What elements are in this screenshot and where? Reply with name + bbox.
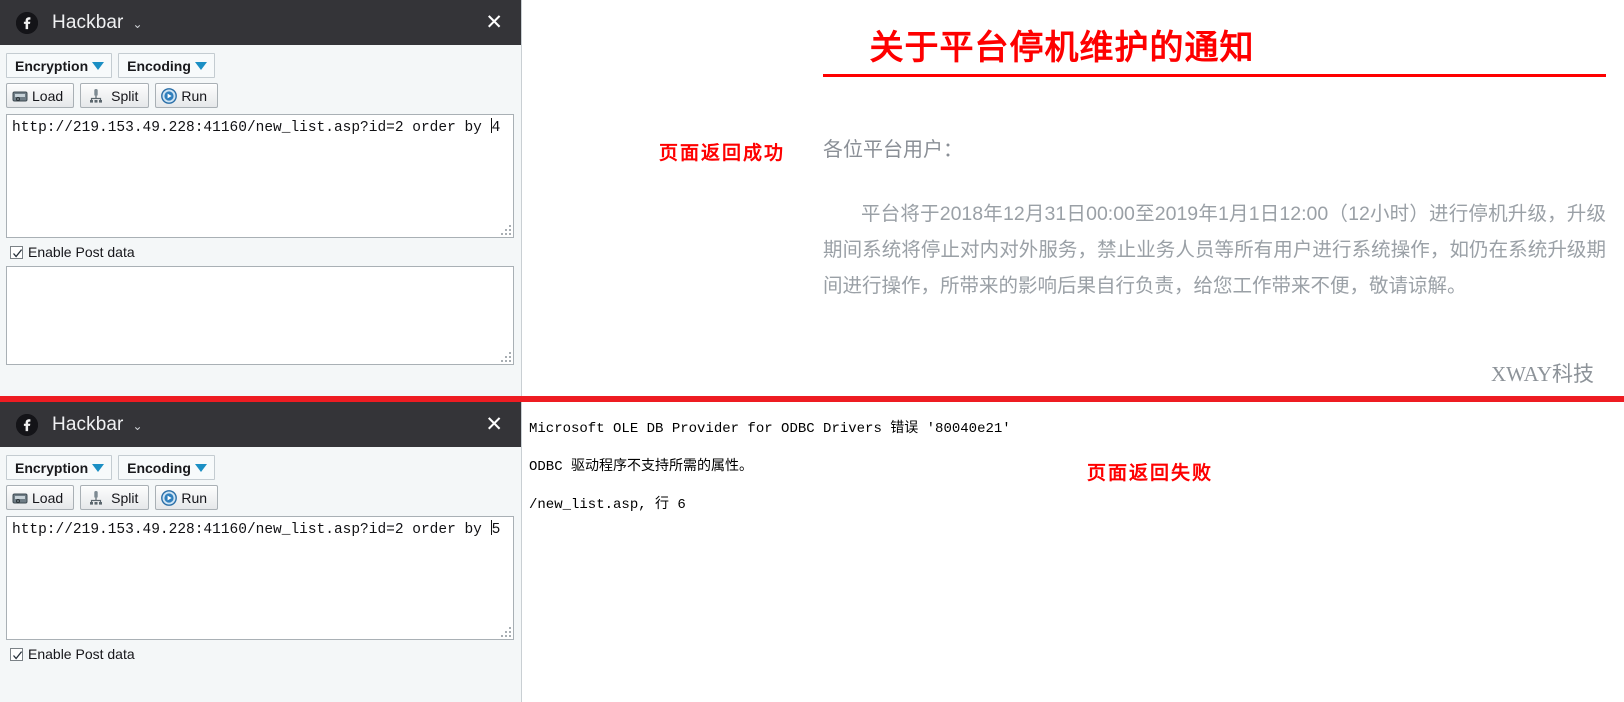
encryption-dropdown-bottom[interactable]: Encryption <box>6 455 113 480</box>
hackbar-body-top: Encryption Encoding Load Split Run http:… <box>0 45 521 365</box>
chevron-down-icon-encoding-top <box>194 61 207 70</box>
disk-icon-bottom <box>11 489 29 507</box>
encoding-dropdown-top[interactable]: Encoding <box>118 53 215 78</box>
hackbar-logo-icon <box>16 11 38 34</box>
hackbar-titlebar-bottom: Hackbar ⌄ ✕ <box>0 402 521 447</box>
url-text-after-caret-top: 4 <box>491 120 501 136</box>
resize-grip-url-bottom[interactable] <box>500 626 511 637</box>
chevron-down-icon-encoding-bottom <box>194 463 207 472</box>
hackbar-title-top: Hackbar <box>52 11 124 33</box>
notice-page: 关于平台停机维护的通知 各位平台用户： 平台将于2018年12月31日00:00… <box>522 0 1624 395</box>
hackbar-body-bottom: Encryption Encoding Load Split Run http:… <box>0 447 521 668</box>
chevron-down-icon-bottom[interactable]: ⌄ <box>132 420 142 432</box>
notice-title: 关于平台停机维护的通知 <box>869 29 1255 67</box>
encoding-dropdown-label-top: Encoding <box>127 57 191 74</box>
hackbar-panel-bottom: Hackbar ⌄ ✕ Encryption Encoding Load Spl… <box>0 402 522 702</box>
hackbar-panel-top: Hackbar ⌄ ✕ Encryption Encoding Load Spl… <box>0 0 522 396</box>
error-line-2: ODBC 驱动程序不支持所需的属性。 <box>529 459 754 475</box>
load-button-label-bottom: Load <box>32 489 64 506</box>
split-button-label-top: Split <box>111 87 139 104</box>
notice-greeting: 各位平台用户： <box>823 139 963 161</box>
split-fork-icon-top <box>87 87 105 105</box>
url-text-after-caret-bottom: 5 <box>491 522 501 538</box>
disk-icon-top <box>11 87 29 105</box>
annotation-failure: 页面返回失败 <box>1087 463 1214 484</box>
encryption-dropdown-label-top: Encryption <box>15 57 89 74</box>
error-line-1: Microsoft OLE DB Provider for ODBC Drive… <box>529 421 1011 437</box>
close-icon-bottom[interactable]: ✕ <box>481 412 507 437</box>
error-output: Microsoft OLE DB Provider for ODBC Drive… <box>529 420 1049 514</box>
run-button-bottom[interactable]: Run <box>155 485 219 510</box>
enable-post-data-label-bottom: Enable Post data <box>28 646 135 662</box>
hackbar-action-row-top: Load Split Run <box>6 83 515 108</box>
annotation-success: 页面返回成功 <box>659 143 786 164</box>
encryption-dropdown-top[interactable]: Encryption <box>6 53 113 78</box>
error-line-3: /new_list.asp, 行 6 <box>529 497 686 513</box>
split-button-label-bottom: Split <box>111 489 139 506</box>
load-button-label-top: Load <box>32 87 64 104</box>
notice-title-rule <box>823 74 1606 77</box>
checkbox-box-top <box>10 245 23 259</box>
resize-grip-post-top[interactable] <box>500 351 511 362</box>
checkbox-box-bottom <box>10 647 23 661</box>
chevron-down-icon-top[interactable]: ⌄ <box>132 18 142 30</box>
load-button-top[interactable]: Load <box>6 83 75 108</box>
hackbar-dropdown-row-top: Encryption Encoding <box>6 53 515 78</box>
run-button-label-bottom: Run <box>181 489 208 506</box>
close-icon-top[interactable]: ✕ <box>481 10 507 35</box>
encoding-dropdown-bottom[interactable]: Encoding <box>118 455 215 480</box>
encryption-dropdown-label-bottom: Encryption <box>15 459 89 476</box>
post-data-input-top[interactable] <box>6 266 514 365</box>
hackbar-logo-icon-bottom <box>16 413 38 436</box>
split-button-top[interactable]: Split <box>80 83 150 108</box>
load-button-bottom[interactable]: Load <box>6 485 75 510</box>
play-circle-icon-bottom <box>160 489 178 507</box>
screen-root: Hackbar ⌄ ✕ Encryption Encoding Load Spl… <box>0 0 1624 702</box>
split-button-bottom[interactable]: Split <box>80 485 150 510</box>
enable-post-data-label-top: Enable Post data <box>28 244 135 260</box>
split-fork-icon-bottom <box>87 489 105 507</box>
run-button-label-top: Run <box>181 87 208 104</box>
hackbar-title-bottom: Hackbar <box>52 413 124 435</box>
hackbar-action-row-bottom: Load Split Run <box>6 485 515 510</box>
url-input-bottom[interactable]: http://219.153.49.228:41160/new_list.asp… <box>6 516 514 640</box>
resize-grip-url-top[interactable] <box>500 224 511 235</box>
url-text-bottom: http://219.153.49.228:41160/new_list.asp… <box>12 522 491 538</box>
enable-post-data-checkbox-top[interactable]: Enable Post data <box>6 238 515 266</box>
url-input-top[interactable]: http://219.153.49.228:41160/new_list.asp… <box>6 114 514 238</box>
enable-post-data-checkbox-bottom[interactable]: Enable Post data <box>6 640 515 668</box>
hackbar-dropdown-row-bottom: Encryption Encoding <box>6 455 515 480</box>
run-button-top[interactable]: Run <box>155 83 219 108</box>
hackbar-titlebar-top: Hackbar ⌄ ✕ <box>0 0 521 45</box>
chevron-down-icon-encryption-bottom <box>92 463 105 472</box>
url-text-top: http://219.153.49.228:41160/new_list.asp… <box>12 120 491 136</box>
play-circle-icon-top <box>160 87 178 105</box>
encoding-dropdown-label-bottom: Encoding <box>127 459 191 476</box>
chevron-down-icon-encryption-top <box>92 61 105 70</box>
notice-paragraph: 平台将于2018年12月31日00:00至2019年1月1日12:00（12小时… <box>823 203 1606 297</box>
notice-signature: XWAY科技 <box>1490 362 1594 386</box>
